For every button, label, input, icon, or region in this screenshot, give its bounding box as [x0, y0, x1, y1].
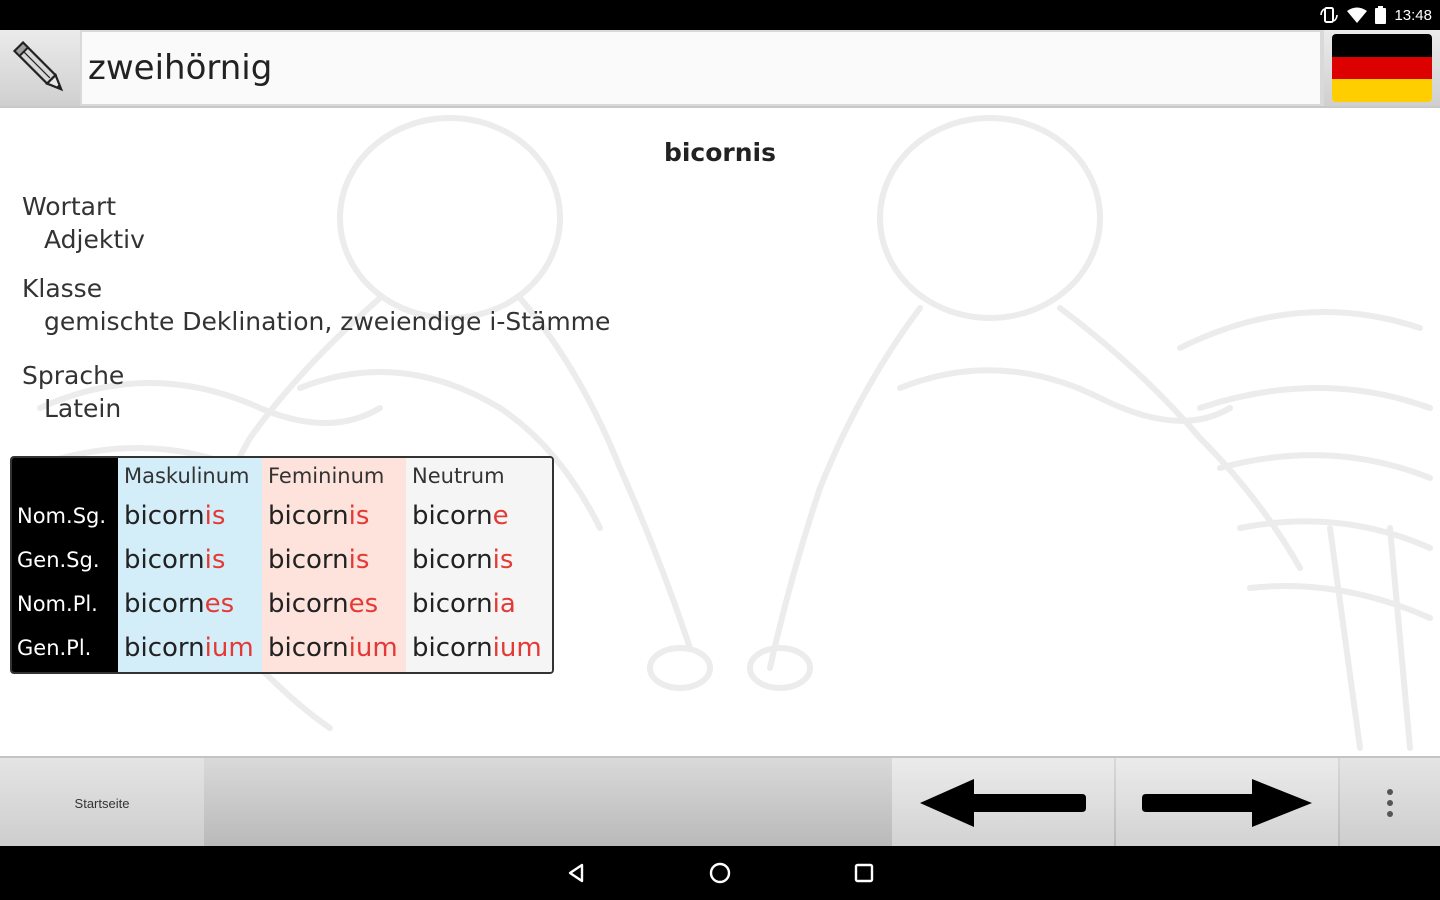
form-ending: ium: [348, 633, 398, 663]
battery-icon: [1375, 6, 1387, 24]
form-ending: ium: [492, 633, 542, 663]
declension-table: Nom.Sg. Gen.Sg. Nom.Pl. Gen.Pl. Maskulin…: [10, 456, 554, 674]
search-input[interactable]: [82, 32, 1320, 104]
form-ending: ia: [492, 589, 516, 619]
flag-stripe-black: [1332, 34, 1432, 57]
form-ending: is: [492, 545, 514, 575]
form-ending: is: [348, 501, 370, 531]
form-stem: bicorn: [268, 501, 349, 531]
nav-back-button[interactable]: [561, 858, 591, 888]
form-stem: bicorn: [412, 633, 493, 663]
rotation-lock-icon: [1320, 7, 1339, 23]
nav-back-icon: [568, 863, 584, 883]
form-stem: bicorn: [412, 501, 493, 531]
form-stem: bicorn: [268, 589, 349, 619]
form-cell: bicornis: [118, 494, 262, 538]
form-stem: bicorn: [124, 545, 205, 575]
form-cell: bicornis: [262, 494, 406, 538]
nav-recents-icon: [854, 863, 874, 883]
nav-home-icon: [709, 862, 731, 884]
form-cell: bicorne: [406, 494, 552, 538]
form-stem: bicorn: [412, 545, 493, 575]
form-ending: e: [492, 501, 509, 531]
edit-button[interactable]: [0, 30, 80, 106]
form-stem: bicorn: [124, 633, 205, 663]
part-of-speech-label: Wortart: [22, 192, 117, 221]
nav-recents-button[interactable]: [849, 858, 879, 888]
back-arrow-icon: [920, 779, 1086, 827]
feminine-header: Femininum: [268, 464, 385, 488]
flag-stripe-gold: [1332, 79, 1432, 102]
nav-home-button[interactable]: [705, 858, 735, 888]
form-cell: bicornia: [406, 582, 552, 626]
form-stem: bicorn: [268, 545, 349, 575]
bottom-toolbar: Startseite: [0, 756, 1440, 848]
forward-arrow-icon: [1142, 779, 1312, 827]
pencil-icon: [12, 40, 64, 92]
class-value: gemischte Deklination, zweiendige i-Stäm…: [44, 307, 611, 336]
form-stem: bicorn: [124, 589, 205, 619]
language-label: Sprache: [22, 361, 125, 390]
masculine-column: Maskulinum bicornis bicornis bicornes bi…: [118, 458, 262, 672]
headword: bicornis: [663, 138, 777, 167]
previous-entry-button[interactable]: [892, 758, 1114, 848]
system-navigation-bar: [0, 846, 1440, 900]
form-ending: is: [348, 545, 370, 575]
case-label: Gen.Pl.: [17, 636, 92, 660]
class-label: Klasse: [22, 274, 103, 303]
form-cell: bicornis: [406, 538, 552, 582]
form-cell: bicornes: [262, 582, 406, 626]
entry-content: bicornis Wortart Adjektiv Klasse gemisch…: [0, 108, 1440, 756]
form-ending: is: [204, 501, 226, 531]
form-cell: bicornis: [118, 538, 262, 582]
form-cell: bicornes: [118, 582, 262, 626]
language-value: Latein: [44, 394, 122, 423]
form-cell: bicornium: [406, 626, 552, 670]
case-header: [12, 458, 118, 494]
wifi-icon: [1347, 7, 1368, 23]
masculine-header: Maskulinum: [124, 464, 250, 488]
case-label: Nom.Sg.: [17, 504, 107, 528]
form-ending: es: [348, 589, 379, 619]
form-ending: is: [204, 545, 226, 575]
neuter-header: Neutrum: [412, 464, 505, 488]
case-label: Gen.Sg.: [17, 548, 100, 572]
overflow-menu-icon: [1387, 789, 1393, 817]
form-stem: bicorn: [268, 633, 349, 663]
feminine-column: Femininum bicornis bicornis bicornes bic…: [262, 458, 406, 672]
home-button[interactable]: Startseite: [0, 758, 204, 848]
form-cell: bicornis: [262, 538, 406, 582]
status-bar: 13:48: [0, 0, 1440, 30]
form-cell: bicornium: [262, 626, 406, 670]
status-icons: 13:48: [1319, 5, 1432, 25]
status-time: 13:48: [1394, 6, 1432, 24]
case-column: Nom.Sg. Gen.Sg. Nom.Pl. Gen.Pl.: [12, 458, 118, 672]
flag-stripe-red: [1332, 56, 1432, 80]
german-flag-icon: [1332, 34, 1432, 102]
form-stem: bicorn: [412, 589, 493, 619]
form-ending: ium: [204, 633, 254, 663]
overflow-menu-button[interactable]: [1340, 758, 1440, 848]
part-of-speech-value: Adjektiv: [44, 225, 145, 254]
form-stem: bicorn: [124, 501, 205, 531]
language-button[interactable]: [1324, 30, 1440, 106]
top-toolbar: [0, 30, 1440, 108]
form-cell: bicornium: [118, 626, 262, 670]
neuter-column: Neutrum bicorne bicornis bicornia bicorn…: [406, 458, 552, 672]
form-ending: es: [204, 589, 235, 619]
next-entry-button[interactable]: [1116, 758, 1338, 848]
case-label: Nom.Pl.: [17, 592, 98, 616]
